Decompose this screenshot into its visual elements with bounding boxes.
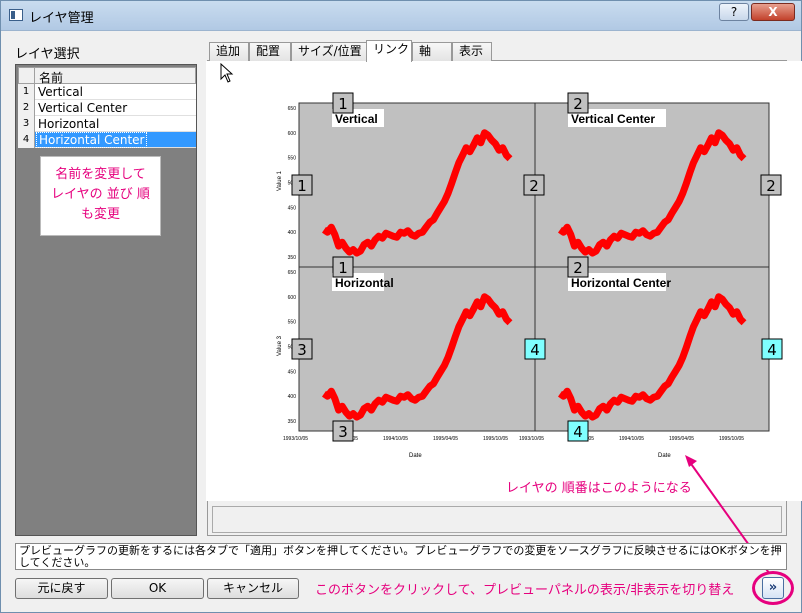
- y-tick-label: 650: [288, 270, 297, 276]
- layer-order-hint: レイヤの 順番はこのようになる: [506, 481, 692, 496]
- y-tick-label: 550: [288, 156, 297, 162]
- preview-panel: Vertical Vertical Center Horizontal Horizon…: [206, 61, 802, 501]
- tab-add[interactable]: 追加: [209, 42, 249, 61]
- tab-size-position[interactable]: サイズ/位置: [291, 42, 367, 61]
- window-title: レイヤ管理: [29, 11, 94, 26]
- close-button[interactable]: X: [751, 3, 795, 21]
- mouse-cursor-icon: [220, 63, 234, 83]
- y-axis-label: Value 1: [277, 170, 283, 191]
- y-tick-label: 600: [288, 131, 297, 137]
- layer-title: Vertical Center: [571, 112, 655, 126]
- tab-link[interactable]: リンク: [366, 40, 412, 62]
- help-button[interactable]: ?: [719, 3, 749, 21]
- y-tick-label: 350: [288, 255, 297, 261]
- y-tick-label: 450: [288, 369, 297, 375]
- tab-display[interactable]: 表示: [452, 42, 492, 61]
- x-tick-label: 1994/10/05: [619, 436, 644, 442]
- y-tick-label: 400: [288, 230, 297, 236]
- toggle-hint: このボタンをクリックして、プレビューパネルの表示/非表示を切り替え: [315, 583, 735, 598]
- y-axis-label: Value 3: [277, 335, 283, 356]
- undo-button[interactable]: 元に戻す: [15, 578, 108, 599]
- layer-row[interactable]: 3 Horizontal: [18, 116, 196, 132]
- x-axis-label: Date: [409, 453, 422, 459]
- layer-tag-number: 3: [338, 423, 348, 441]
- layer-tag-number: 1: [297, 177, 307, 195]
- layer-table-header: 名前: [18, 67, 196, 85]
- layer-tag-number: 1: [338, 95, 348, 113]
- layer-title: Horizontal: [335, 276, 394, 290]
- preview-graph: Vertical Vertical Center Horizontal Horizon…: [277, 92, 783, 459]
- row-number: 1: [18, 84, 35, 100]
- layer-select-label: レイヤ選択: [15, 47, 80, 62]
- layer-list-panel: 名前 1 Vertical 2 Vertical Center 3 Horizo…: [15, 64, 197, 536]
- row-number: 2: [18, 100, 35, 116]
- layer-tag-number: 2: [573, 259, 583, 277]
- x-tick-label: 1994/10/05: [383, 436, 408, 442]
- layer-manager-window: レイヤ管理 ? X レイヤ選択 名前 1 Vertical 2 Vertical…: [0, 0, 802, 613]
- layer-table: 名前 1 Vertical 2 Vertical Center 3 Horizo…: [18, 67, 196, 148]
- layer-tag-number: 1: [338, 259, 348, 277]
- layer-name[interactable]: Horizontal Center: [36, 132, 148, 148]
- layer-name[interactable]: Vertical Center: [38, 101, 127, 115]
- layer-title: Horizontal Center: [571, 276, 671, 290]
- layer-title: Vertical: [335, 112, 378, 126]
- preview-toggle-button[interactable]: »: [762, 577, 784, 599]
- x-tick-label: 1995/04/05: [433, 436, 458, 442]
- layer-tag-number: 3: [297, 341, 307, 359]
- layer-tag-number: 4: [530, 341, 540, 359]
- layer-tag-number: 2: [573, 95, 583, 113]
- status-message: プレビューグラフの更新をするには各タブで「適用」ボタンを押してください。プレビュ…: [15, 543, 787, 570]
- y-tick-label: 450: [288, 205, 297, 211]
- layer-row-selected[interactable]: 4 Horizontal Center: [18, 132, 196, 148]
- x-tick-label: 1995/10/05: [719, 436, 744, 442]
- x-tick-label: 1993/10/05: [519, 436, 544, 442]
- header-corner: [19, 68, 35, 83]
- cancel-button[interactable]: キャンセル: [207, 578, 299, 599]
- x-tick-label: 1995/10/05: [483, 436, 508, 442]
- layer-row[interactable]: 2 Vertical Center: [18, 100, 196, 116]
- layer-tag-number: 4: [767, 341, 777, 359]
- y-tick-label: 400: [288, 394, 297, 400]
- x-tick-label: 1993/10/05: [283, 436, 308, 442]
- y-tick-label: 600: [288, 295, 297, 301]
- layer-tag-number: 2: [529, 177, 539, 195]
- x-axis-label: Date: [658, 453, 671, 459]
- x-tick-label: 1995/04/05: [669, 436, 694, 442]
- rename-note: 名前を変更して レイヤの 並び 順 も変更: [40, 156, 161, 236]
- ok-button[interactable]: OK: [111, 578, 204, 599]
- y-tick-label: 350: [288, 419, 297, 425]
- title-bar: レイヤ管理 ? X: [1, 1, 801, 31]
- y-tick-label: 650: [288, 106, 297, 112]
- row-number: 3: [18, 116, 35, 132]
- y-tick-label: 550: [288, 320, 297, 326]
- tab-axis[interactable]: 軸: [412, 42, 452, 61]
- layer-name[interactable]: Horizontal: [38, 117, 99, 131]
- row-number: 4: [18, 132, 35, 148]
- tab-arrange[interactable]: 配置: [249, 42, 291, 61]
- window-icon: [9, 9, 23, 21]
- layer-tag-number: 2: [766, 177, 776, 195]
- layer-row[interactable]: 1 Vertical: [18, 84, 196, 100]
- layer-tag-number: 4: [573, 423, 583, 441]
- layer-name[interactable]: Vertical: [38, 85, 83, 99]
